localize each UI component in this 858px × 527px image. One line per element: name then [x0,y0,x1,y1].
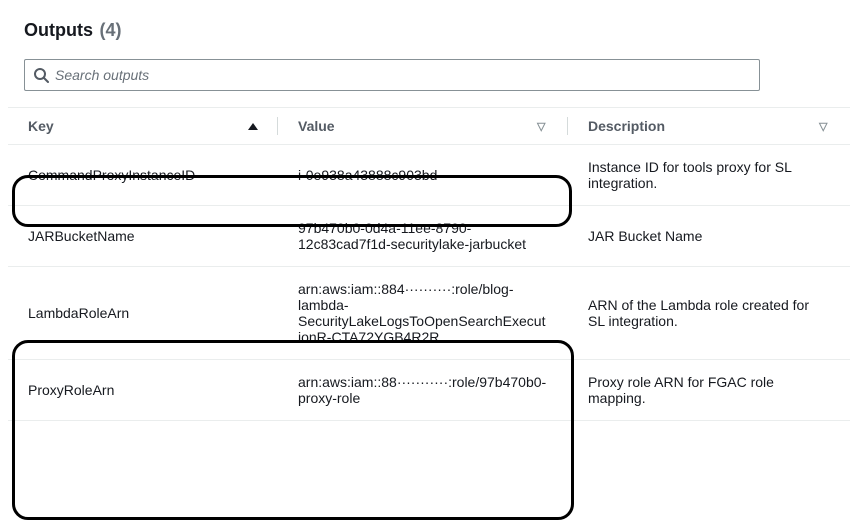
table-row: LambdaRoleArn arn:aws:iam::884··········… [8,267,850,360]
cell-key: CommandProxyInstanceID [8,145,278,206]
table-header-row: Key Value Description [8,108,850,145]
column-label: Key [28,118,54,134]
search-box[interactable] [24,59,760,91]
search-icon [33,67,49,83]
cell-value: arn:aws:iam::884··········:role/blog-lam… [278,267,568,360]
cell-key: LambdaRoleArn [8,267,278,360]
outputs-table: Key Value Description [8,108,850,421]
outputs-panel: Outputs (4) Key [8,20,850,421]
cell-value: 97b470b0-0d4a-11ee-8790-12c83cad7f1d-sec… [278,206,568,267]
cell-description: Instance ID for tools proxy for SL integ… [568,145,850,206]
cell-value: i-0e938a43888c903bd [278,145,568,206]
column-header-description[interactable]: Description [568,108,850,145]
panel-header: Outputs (4) [8,20,850,41]
panel-title: Outputs [24,20,93,40]
sort-icon [538,123,548,130]
column-label: Value [298,118,335,134]
cell-description: ARN of the Lambda role created for SL in… [568,267,850,360]
column-header-value[interactable]: Value [278,108,568,145]
cell-value: arn:aws:iam::88···········:role/97b470b0… [278,360,568,421]
cell-description: JAR Bucket Name [568,206,850,267]
cell-key: ProxyRoleArn [8,360,278,421]
table-row: ProxyRoleArn arn:aws:iam::88···········:… [8,360,850,421]
column-label: Description [588,118,665,134]
table-row: CommandProxyInstanceID i-0e938a43888c903… [8,145,850,206]
sort-icon [820,123,830,130]
cell-description: Proxy role ARN for FGAC role mapping. [568,360,850,421]
sort-asc-icon [248,123,258,130]
cell-key: JARBucketName [8,206,278,267]
column-header-key[interactable]: Key [8,108,278,145]
search-container [8,59,850,108]
table-row: JARBucketName 97b470b0-0d4a-11ee-8790-12… [8,206,850,267]
search-input[interactable] [55,67,751,83]
panel-count: (4) [99,20,121,40]
